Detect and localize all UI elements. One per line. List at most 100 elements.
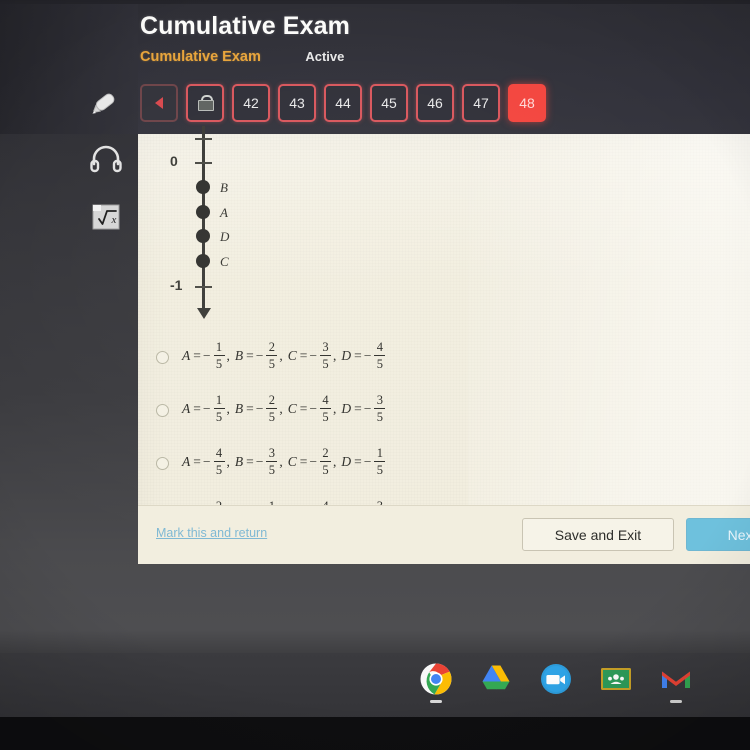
minus-sign: − <box>202 400 211 416</box>
zero-tick <box>195 162 212 164</box>
fraction: 15 <box>213 340 225 371</box>
fraction: 35 <box>374 394 386 423</box>
mark-this-and-return-link[interactable]: Mark this and return <box>156 526 267 540</box>
numerator: 2 <box>268 393 275 407</box>
variable-name: A <box>182 347 191 363</box>
calculator-tool-button[interactable]: x <box>86 196 126 236</box>
separator: , <box>279 400 283 416</box>
nav-question-43[interactable]: 43 <box>278 84 316 122</box>
os-taskbar <box>0 653 750 717</box>
point-label-A: A <box>220 204 228 220</box>
neg-one-label: -1 <box>170 277 183 293</box>
svg-text:x: x <box>111 214 117 226</box>
term-B: B = −2 5 <box>235 341 279 370</box>
caret-left-icon <box>155 97 163 109</box>
equals-sign: = <box>299 347 308 363</box>
term-D: D = −4 5 <box>341 341 386 370</box>
photographed-screen: Cumulative Exam Cumulative Exam Active 4… <box>0 0 750 750</box>
term-C: C=−45 <box>288 394 332 423</box>
numerator: 1 <box>376 446 384 460</box>
zoom-icon <box>541 664 571 694</box>
highlighter-tool-button[interactable] <box>86 84 126 124</box>
page-title: Cumulative Exam <box>140 12 350 40</box>
variable-name: A <box>182 400 191 416</box>
taskbar-item-zoom[interactable] <box>538 661 574 697</box>
minus-sign: − <box>363 347 372 363</box>
equals-sign: = <box>193 453 201 469</box>
fraction: 35 <box>266 446 278 476</box>
answer-option-text: A = −1 5, B = −2 5, C = −3 5, D = −4 5 <box>182 341 386 370</box>
question-card: 0 -1 B A D C A = −1 5, B = −2 5, C = −3 5, D = −4 5 A = −1 5, B = −… <box>138 126 750 564</box>
axis-arrow-icon <box>197 308 211 319</box>
fraction: 25 <box>266 341 278 371</box>
minus-sign: − <box>309 347 318 363</box>
nav-question-44[interactable]: 44 <box>324 84 362 122</box>
taskbar-item-gmail[interactable] <box>658 661 694 703</box>
separator: , <box>279 347 283 363</box>
nav-locked-question[interactable] <box>186 84 224 122</box>
radio-button[interactable] <box>156 351 169 364</box>
answer-option-option-a[interactable]: A = −1 5, B = −2 5, C = −3 5, D = −4 5 <box>156 339 556 392</box>
numerator: 1 <box>215 340 223 354</box>
variable-name: A <box>182 453 191 469</box>
fraction: 45 <box>213 447 225 477</box>
equals-sign: = <box>299 400 308 416</box>
radio-button[interactable] <box>156 404 169 417</box>
read-aloud-tool-button[interactable] <box>86 140 126 180</box>
answer-option-option-b[interactable]: A = −1 5, B = −2 5, C = −4 5, D = −3 5 <box>156 392 556 445</box>
nav-question-47[interactable]: 47 <box>462 84 500 122</box>
fraction: 45 <box>374 341 386 371</box>
variable-name: B <box>234 347 244 363</box>
term-C: C = −3 5 <box>288 341 332 370</box>
numerator: 2 <box>322 446 329 460</box>
denominator: 5 <box>215 356 223 371</box>
denominator: 5 <box>376 356 384 371</box>
point-label-B: B <box>220 179 228 195</box>
term-A: A = −1 5 <box>182 341 226 370</box>
question-footer: Mark this and return Save and Exit Next <box>138 505 750 564</box>
question-nav: 42 43 44 45 46 47 48 <box>140 84 546 122</box>
save-and-exit-button[interactable]: Save and Exit <box>522 518 674 551</box>
minus-sign: − <box>255 453 264 469</box>
denominator: 5 <box>322 462 329 477</box>
term-A: A = −4 5 <box>182 447 226 476</box>
gmail-icon <box>662 671 690 688</box>
neg-one-tick <box>195 286 212 288</box>
running-indicator <box>430 700 442 703</box>
term-B: B = −3 5 <box>235 447 279 476</box>
calculator-icon: x <box>92 204 120 230</box>
headphones-icon <box>90 145 122 173</box>
denominator: 5 <box>268 356 275 371</box>
denominator: 5 <box>322 356 329 371</box>
denominator: 5 <box>215 462 223 477</box>
fraction: 15 <box>374 446 386 477</box>
taskbar-item-chrome[interactable] <box>418 661 454 703</box>
numerator: 3 <box>268 446 275 460</box>
nav-question-label: 46 <box>427 95 443 111</box>
nav-question-label: 48 <box>519 95 535 111</box>
nav-question-42[interactable]: 42 <box>232 84 270 122</box>
variable-name: C <box>287 400 297 416</box>
equals-sign: = <box>246 347 254 363</box>
highlighter-icon <box>92 93 115 114</box>
taskbar-item-google-classroom[interactable] <box>598 661 634 697</box>
nav-question-48[interactable]: 48 <box>508 84 546 122</box>
nav-question-label: 45 <box>381 95 397 111</box>
equals-sign: = <box>354 453 362 469</box>
denominator: 5 <box>376 462 384 477</box>
next-button[interactable]: Next <box>686 518 750 551</box>
equals-sign: = <box>246 400 254 416</box>
nav-question-45[interactable]: 45 <box>370 84 408 122</box>
nav-back-button[interactable] <box>140 84 178 122</box>
monitor-bezel <box>0 717 750 750</box>
term-D: D=−35 <box>341 394 386 423</box>
exam-meta-row: Cumulative Exam Active <box>140 48 344 68</box>
zero-label: 0 <box>170 153 178 169</box>
point-marker-C <box>196 254 210 269</box>
nav-question-46[interactable]: 46 <box>416 84 454 122</box>
radio-button[interactable] <box>156 457 169 470</box>
nav-question-label: 44 <box>335 95 351 111</box>
answer-option-option-c[interactable]: A = −4 5, B = −3 5, C = −2 5, D = −1 5 <box>156 445 556 498</box>
taskbar-item-google-drive[interactable] <box>478 661 514 697</box>
equals-sign: = <box>354 400 362 416</box>
